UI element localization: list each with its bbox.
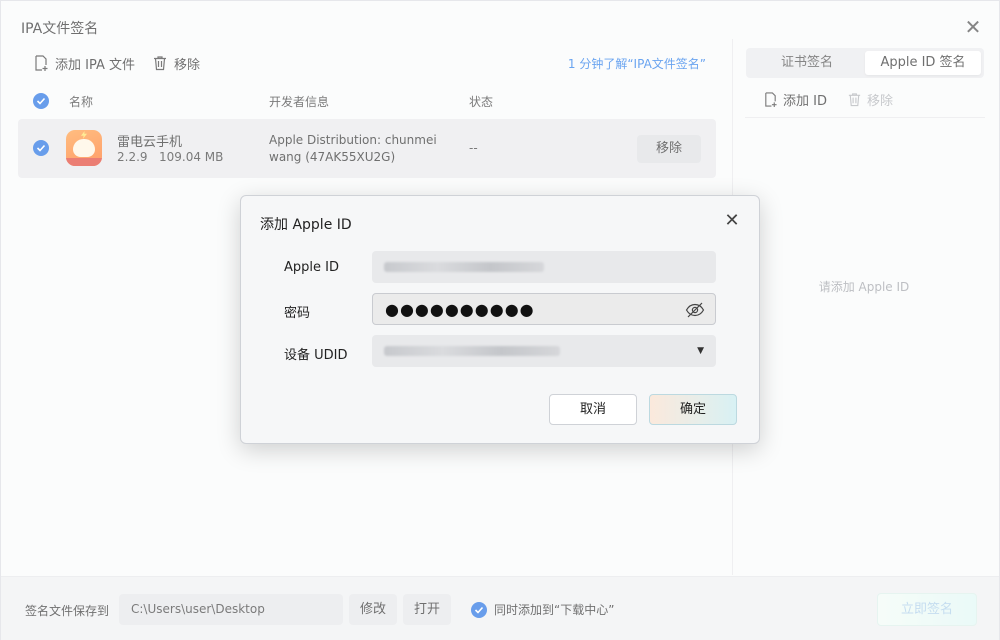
close-icon[interactable]: ✕ — [722, 211, 742, 231]
dialog-title: 添加 Apple ID — [260, 217, 352, 233]
password-value: ●●●●●●●●●● — [385, 300, 535, 319]
udid-select[interactable]: ▼ — [372, 335, 716, 367]
cancel-button[interactable]: 取消 — [549, 394, 637, 425]
confirm-button[interactable]: 确定 — [649, 394, 737, 425]
eye-off-icon[interactable] — [685, 301, 705, 319]
password-label: 密码 — [284, 306, 311, 321]
apple-id-input[interactable] — [372, 251, 716, 283]
udid-label: 设备 UDID — [284, 348, 348, 363]
password-input[interactable]: ●●●●●●●●●● — [372, 293, 716, 325]
chevron-down-icon: ▼ — [697, 346, 704, 356]
apple-id-label: Apple ID — [284, 260, 339, 275]
redacted-text — [384, 262, 544, 272]
redacted-text — [384, 346, 560, 356]
add-apple-id-dialog: 添加 Apple ID ✕ Apple ID 密码 ●●●●●●●●●● 设备 … — [240, 195, 760, 444]
